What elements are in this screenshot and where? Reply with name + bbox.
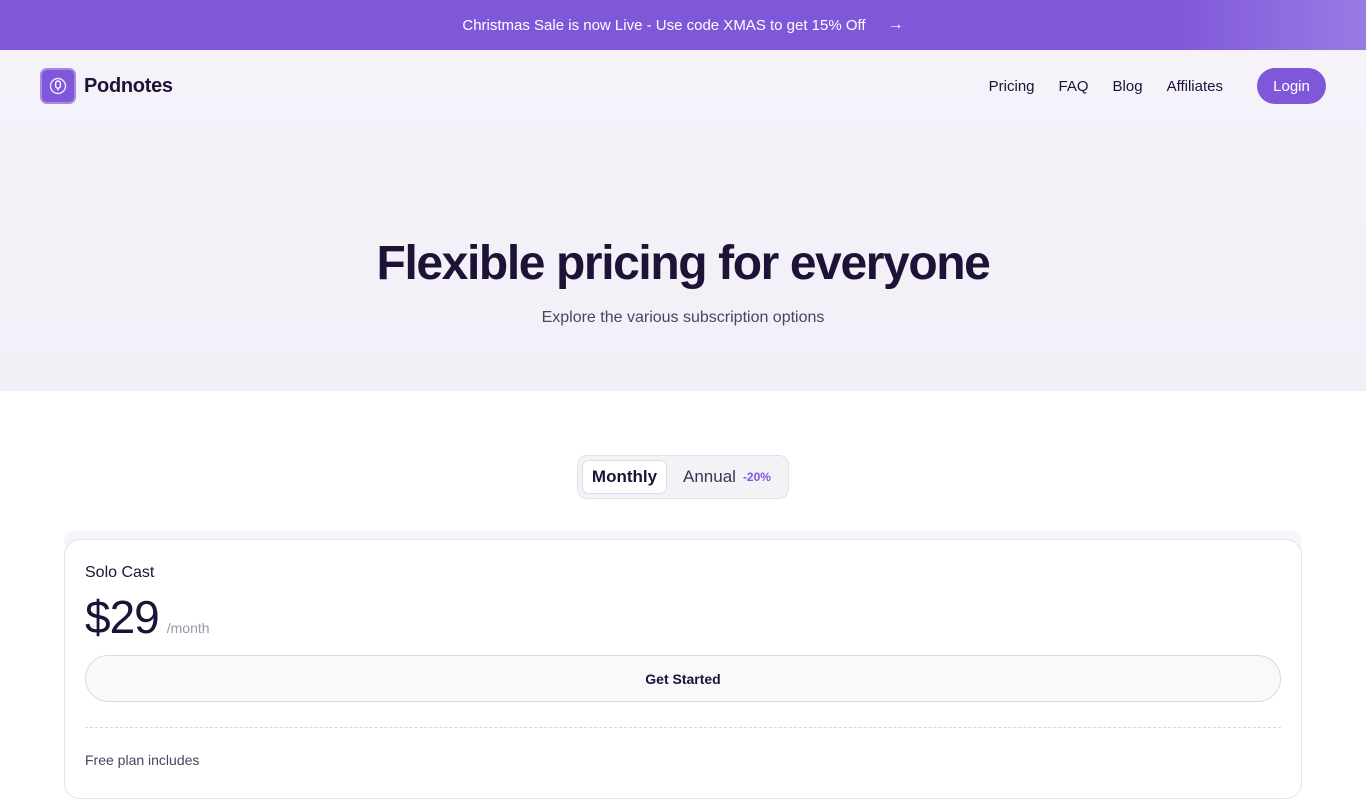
billing-option-annual[interactable]: Annual -20% (683, 467, 771, 487)
billing-option-monthly[interactable]: Monthly (582, 460, 667, 494)
promo-banner[interactable]: Christmas Sale is now Live - Use code XM… (0, 0, 1366, 50)
plan-price: $29 (85, 591, 160, 643)
hero-section: Podnotes Pricing FAQ Blog Affiliates Log… (0, 50, 1366, 391)
page-title: Flexible pricing for everyone (376, 237, 991, 290)
nav-links: Pricing FAQ Blog Affiliates Login (989, 68, 1326, 104)
billing-option-annual-label: Annual (683, 467, 736, 486)
divider (85, 727, 1281, 728)
nav-link-faq[interactable]: FAQ (1059, 78, 1089, 95)
billing-toggle: Monthly Annual -20% (577, 455, 789, 499)
get-started-button[interactable]: Get Started (85, 655, 1281, 702)
billing-option-monthly-label: Monthly (591, 467, 658, 486)
page-subtitle: Explore the various subscription options (541, 309, 825, 326)
promo-banner-text: Christmas Sale is now Live - Use code XM… (462, 16, 866, 34)
nav-link-pricing[interactable]: Pricing (989, 78, 1035, 95)
nav-link-blog[interactable]: Blog (1113, 78, 1143, 95)
arrow-right-icon: → (887, 16, 904, 33)
plan-includes-heading: Free plan includes (85, 752, 200, 768)
plan-period: /month (166, 620, 210, 636)
price-row: $29 /month (85, 590, 210, 644)
discount-badge: -20% (742, 470, 771, 484)
pricing-card: Solo Cast $29 /month Get Started Free pl… (64, 539, 1302, 799)
plan-name: Solo Cast (85, 564, 155, 581)
microphone-icon (40, 68, 76, 104)
brand-name: Podnotes (84, 74, 173, 97)
nav-link-affiliates[interactable]: Affiliates (1167, 78, 1223, 95)
login-button[interactable]: Login (1257, 68, 1326, 104)
get-started-label: Get Started (645, 670, 721, 687)
brand-logo[interactable]: Podnotes (40, 68, 173, 104)
top-nav: Podnotes Pricing FAQ Blog Affiliates Log… (40, 68, 1326, 104)
